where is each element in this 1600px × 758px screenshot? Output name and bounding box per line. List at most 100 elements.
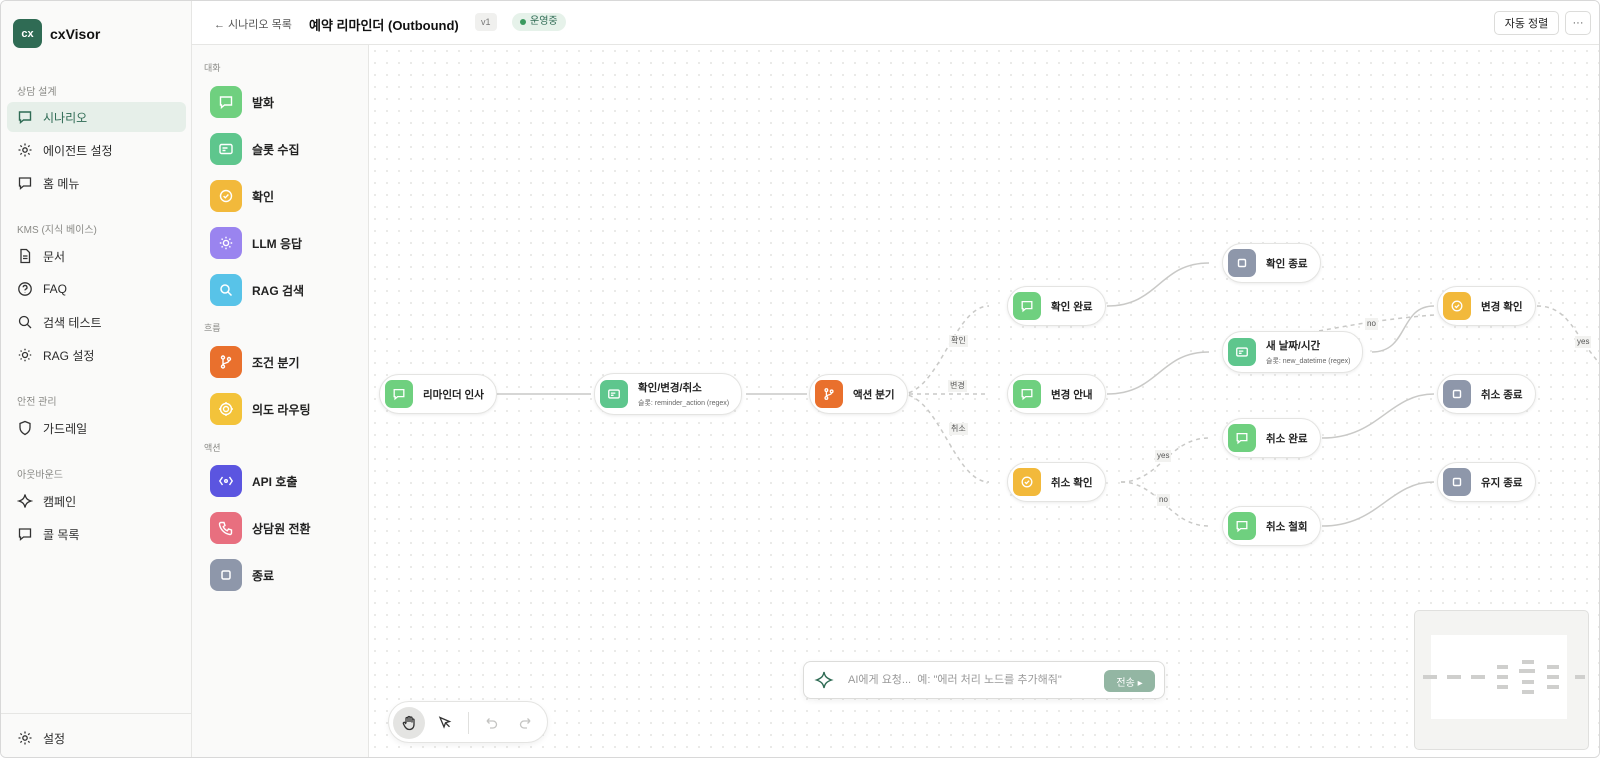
ai-request-input[interactable] xyxy=(848,674,1096,686)
redo-icon xyxy=(519,718,531,729)
phone-icon xyxy=(210,512,242,544)
flow-node-cancel-withdraw[interactable]: 취소 철회 xyxy=(1222,506,1321,546)
flow-node-cancel-done[interactable]: 취소 완료 xyxy=(1222,418,1321,458)
sidebar-item-label: 캠페인 xyxy=(43,494,77,509)
search-icon xyxy=(18,315,32,329)
sidebar-item-agent-settings[interactable]: 에이전트 설정 xyxy=(7,135,186,165)
sidebar-item-search-test[interactable]: 검색 테스트 xyxy=(7,307,186,337)
minimap-node xyxy=(1471,675,1485,679)
divider xyxy=(468,712,469,734)
flow-node-change-confirm[interactable]: 변경 확인 xyxy=(1437,286,1536,326)
flow-node-cancel-end[interactable]: 취소 종료 xyxy=(1437,374,1536,414)
palette-item-condition-branch[interactable]: 조건 분기 xyxy=(210,346,300,378)
palette-item-llm-response[interactable]: LLM 응답 xyxy=(210,227,302,259)
palette-item-end[interactable]: 종료 xyxy=(210,559,274,591)
chat-icon xyxy=(385,380,413,408)
sidebar-item-label: 가드레일 xyxy=(43,421,88,436)
send-button[interactable]: 전송 ▸ xyxy=(1104,670,1155,692)
palette-item-api-call[interactable]: API 호출 xyxy=(210,465,297,497)
node-title: 취소 종료 xyxy=(1481,388,1523,401)
sidebar-item-documents[interactable]: 문서 xyxy=(7,241,186,271)
minimap-node xyxy=(1522,660,1534,664)
palette-item-utterance[interactable]: 발화 xyxy=(210,86,274,118)
check-circle-icon xyxy=(210,180,242,212)
sidebar-item-faq[interactable]: FAQ xyxy=(7,274,186,304)
sidebar-item-label: 문서 xyxy=(43,249,66,264)
minimap-node xyxy=(1547,675,1559,679)
flow-node-keep-end[interactable]: 유지 종료 xyxy=(1437,462,1536,502)
node-title: 변경 안내 xyxy=(1051,388,1093,401)
node-title: 변경 확인 xyxy=(1481,300,1523,313)
palette-item-intent-routing[interactable]: 의도 라우팅 xyxy=(210,393,311,425)
brand[interactable]: cx cxVisor xyxy=(13,19,100,48)
gear-icon xyxy=(18,143,32,157)
hand-icon xyxy=(402,715,415,731)
sidebar-item-rag-settings[interactable]: RAG 설정 xyxy=(7,340,186,370)
sidebar-item-home-menu[interactable]: 홈 메뉴 xyxy=(7,168,186,198)
pointer-tool-button[interactable] xyxy=(429,707,461,739)
node-palette: 대화 발화 슬롯 수집 확인 LLM 응답 RAG 검색 흐름 조건 분기 의도… xyxy=(192,45,369,757)
flow-node-cancel-confirm[interactable]: 취소 확인 xyxy=(1007,462,1106,502)
sparkle-icon xyxy=(814,671,834,689)
check-circle-icon xyxy=(1443,292,1471,320)
auto-layout-button[interactable]: 자동 정렬 xyxy=(1494,11,1559,35)
palette-item-confirm[interactable]: 확인 xyxy=(210,180,274,212)
edge-label: 확인 xyxy=(949,335,968,347)
more-menu-button[interactable]: ··· xyxy=(1565,11,1591,35)
app-logo: cx xyxy=(13,19,42,48)
form-icon xyxy=(1228,338,1256,366)
back-to-scenarios-link[interactable]: ← 시나리오 목록 xyxy=(214,16,292,32)
hand-tool-button[interactable] xyxy=(393,707,425,739)
chat-icon xyxy=(1228,424,1256,452)
divider xyxy=(1,713,192,714)
status-label: 운영중 xyxy=(530,16,558,27)
flow-node-change-guide[interactable]: 변경 안내 xyxy=(1007,374,1106,414)
flow-node-confirm-done[interactable]: 확인 완료 xyxy=(1007,286,1106,326)
node-subtitle: 슬롯: new_datetime (regex) xyxy=(1266,358,1351,365)
undo-button[interactable] xyxy=(475,707,507,739)
palette-item-agent-transfer[interactable]: 상담원 전환 xyxy=(210,512,311,544)
header: ← 시나리오 목록 예약 리마인더 (Outbound) v1 운영중 자동 정… xyxy=(192,1,1599,45)
sidebar-item-settings[interactable]: 설정 xyxy=(7,723,186,753)
chat-icon xyxy=(18,528,32,541)
palette-item-rag-search[interactable]: RAG 검색 xyxy=(210,274,304,306)
palette-item-slot-collect[interactable]: 슬롯 수집 xyxy=(210,133,300,165)
sun-icon xyxy=(210,227,242,259)
sidebar-item-guardrail[interactable]: 가드레일 xyxy=(7,413,186,443)
flow-node-confirm-change-cancel[interactable]: 확인/변경/취소 슬롯: reminder_action (regex) xyxy=(594,373,743,415)
node-title: 확인 종료 xyxy=(1266,257,1308,270)
edge-label: no xyxy=(1157,494,1170,506)
palette-group-label: 흐름 xyxy=(204,323,221,333)
flow-node-reminder-greeting[interactable]: 리마인더 인사 xyxy=(379,374,497,414)
shield-icon xyxy=(19,420,31,436)
palette-item-label: 의도 라우팅 xyxy=(252,402,311,417)
palette-item-label: 슬롯 수집 xyxy=(252,142,300,157)
chat-icon xyxy=(210,86,242,118)
flow-node-action-branch[interactable]: 액션 분기 xyxy=(809,374,908,414)
sparkle-icon xyxy=(17,494,33,508)
palette-item-label: RAG 검색 xyxy=(252,283,305,298)
minimap-node xyxy=(1519,669,1535,673)
flow-node-confirm-end[interactable]: 확인 종료 xyxy=(1222,243,1321,283)
flow-canvas[interactable]: 확인 변경 취소 yes no no yes 리마인더 인사 확인/변경/취소 … xyxy=(369,45,1599,757)
minimap-node xyxy=(1547,685,1559,689)
sidebar-item-call-list[interactable]: 콜 목록 xyxy=(7,519,186,549)
status-dot-icon xyxy=(520,19,526,25)
sidebar-item-label: 검색 테스트 xyxy=(43,315,102,330)
redo-button[interactable] xyxy=(510,707,542,739)
sidebar-item-scenario[interactable]: 시나리오 xyxy=(7,102,186,132)
sidebar-item-campaign[interactable]: 캠페인 xyxy=(7,486,186,516)
edge xyxy=(1371,305,1435,353)
minimap[interactable] xyxy=(1414,610,1589,750)
node-title: 새 날짜/시간 xyxy=(1266,340,1321,352)
app-name: cxVisor xyxy=(50,25,101,42)
stop-icon xyxy=(210,559,242,591)
pointer-icon xyxy=(438,716,452,729)
chat-icon xyxy=(1013,292,1041,320)
form-icon xyxy=(210,133,242,165)
stop-icon xyxy=(1443,468,1471,496)
palette-item-label: 종료 xyxy=(252,568,275,583)
edge-label: 변경 xyxy=(948,380,967,392)
flow-node-new-datetime[interactable]: 새 날짜/시간 슬롯: new_datetime (regex) xyxy=(1222,331,1364,373)
minimap-node xyxy=(1522,680,1534,684)
